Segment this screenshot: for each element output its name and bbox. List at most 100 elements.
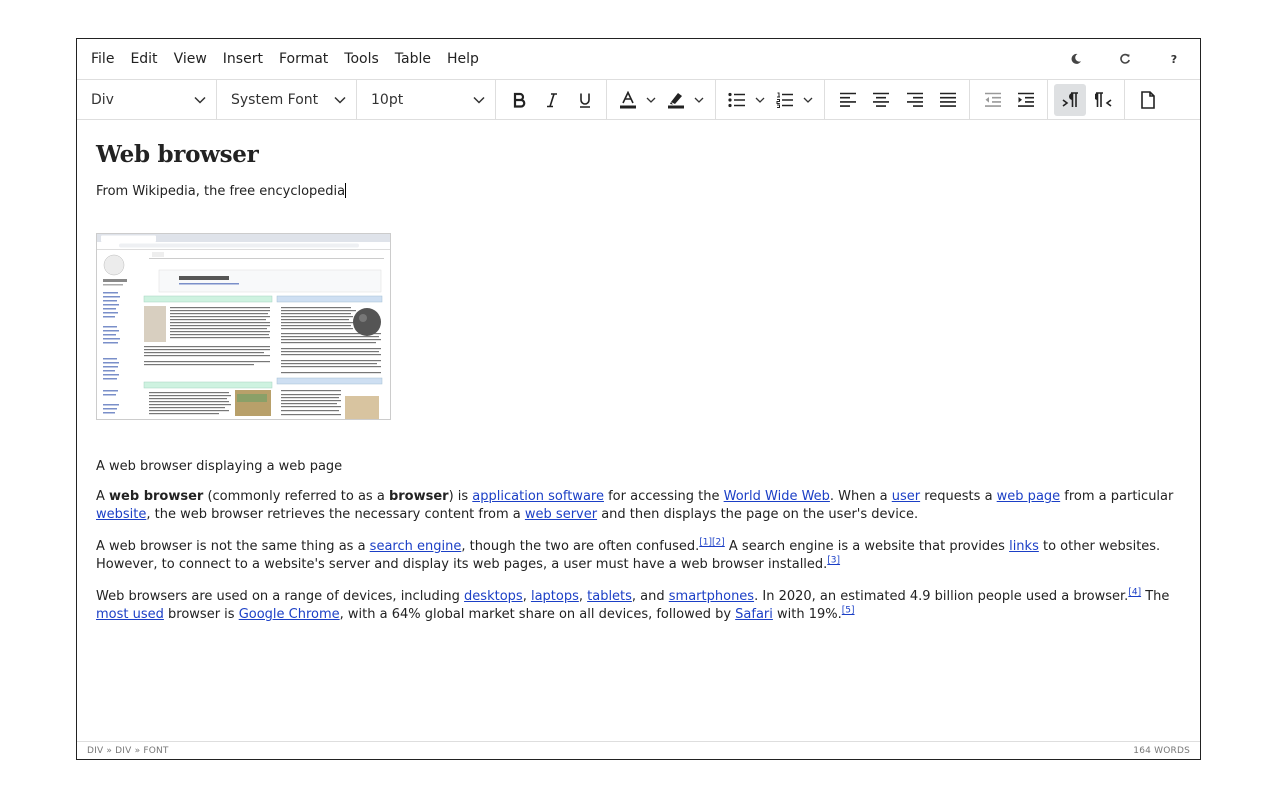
link-safari[interactable]: Safari xyxy=(735,607,773,622)
text-run: A search engine is a website that provid… xyxy=(724,539,1010,554)
highlight-color-split-button[interactable] xyxy=(659,84,707,116)
underline-button[interactable] xyxy=(571,84,600,116)
menu-view[interactable]: View xyxy=(166,39,215,79)
link-most-used[interactable]: most used xyxy=(96,607,164,622)
paragraph-2: A web browser is not the same thing as a… xyxy=(96,538,1182,574)
document-icon xyxy=(1141,90,1155,109)
help-icon[interactable]: ? xyxy=(1162,47,1186,71)
align-right-icon xyxy=(906,92,923,107)
page-group xyxy=(1125,80,1169,119)
text-cursor xyxy=(345,183,347,198)
chevron-down-icon[interactable] xyxy=(752,97,768,103)
link-world-wide-web[interactable]: World Wide Web xyxy=(724,489,830,504)
citation-link[interactable]: [1] xyxy=(699,538,712,548)
link-user[interactable]: user xyxy=(892,489,920,504)
citation-link[interactable]: [3] xyxy=(827,556,840,566)
link-laptops[interactable]: laptops xyxy=(531,589,579,604)
text-run: (commonly referred to as a xyxy=(203,489,389,504)
article-subtitle: From Wikipedia, the free encyclopedia xyxy=(96,183,1182,201)
align-left-icon xyxy=(839,92,856,107)
highlight-button[interactable] xyxy=(661,84,691,116)
rtl-button[interactable] xyxy=(1090,84,1118,116)
menu-file[interactable]: File xyxy=(83,39,122,79)
link-links[interactable]: links xyxy=(1009,539,1039,554)
align-right-button[interactable] xyxy=(900,84,930,116)
ltr-button[interactable] xyxy=(1054,83,1086,116)
text-run: requests a xyxy=(920,489,997,504)
bullet-list-button[interactable] xyxy=(722,84,752,116)
font-size-select[interactable]: 10pt xyxy=(357,80,496,119)
text-run: with 19%. xyxy=(772,607,842,622)
link-tablets[interactable]: tablets xyxy=(587,589,632,604)
bold-button[interactable] xyxy=(504,84,533,116)
indent-group xyxy=(970,80,1048,119)
font-family-select[interactable]: System Font xyxy=(217,80,357,119)
menu-table[interactable]: Table xyxy=(387,39,439,79)
bold-text: browser xyxy=(388,489,449,504)
numbered-list-icon xyxy=(776,92,793,108)
chevron-down-icon[interactable] xyxy=(643,97,659,103)
chevron-down-icon[interactable] xyxy=(800,97,816,103)
chevron-down-icon xyxy=(473,96,485,104)
menu-format[interactable]: Format xyxy=(271,39,336,79)
menu-edit[interactable]: Edit xyxy=(122,39,165,79)
text-run: , with a 64% global market share on all … xyxy=(339,607,736,622)
text-run: The xyxy=(1141,589,1170,604)
block-format-select[interactable]: Div xyxy=(77,80,217,119)
align-center-button[interactable] xyxy=(867,84,897,116)
browser-screenshot-image[interactable] xyxy=(96,233,391,420)
font-size-value: 10pt xyxy=(371,91,404,108)
italic-icon xyxy=(546,92,557,107)
menu-help[interactable]: Help xyxy=(439,39,487,79)
word-count[interactable]: 164 WORDS xyxy=(1133,746,1190,756)
rich-text-editor: File Edit View Insert Format Tools Table… xyxy=(76,38,1201,760)
citation-link[interactable]: [5] xyxy=(842,606,855,616)
element-path[interactable]: DIV » DIV » FONT xyxy=(87,746,169,756)
bullet-list-split-button[interactable] xyxy=(720,84,768,116)
outdent-icon xyxy=(984,92,1001,107)
text-run: , xyxy=(578,589,588,604)
citation-link[interactable]: [2] xyxy=(712,538,725,548)
list-group xyxy=(716,80,825,119)
italic-button[interactable] xyxy=(537,84,566,116)
direction-group xyxy=(1048,80,1125,119)
new-document-button[interactable] xyxy=(1133,84,1163,116)
subtitle-text: From Wikipedia, the free encyclopedia xyxy=(96,184,346,199)
highlighter-icon xyxy=(668,92,684,108)
indent-button[interactable] xyxy=(1012,84,1042,116)
text-color-icon xyxy=(620,90,636,108)
link-web-server[interactable]: web server xyxy=(525,507,597,522)
numbered-list-button[interactable] xyxy=(770,84,800,116)
link-web-page[interactable]: web page xyxy=(997,489,1060,504)
align-left-button[interactable] xyxy=(833,84,863,116)
link-smartphones[interactable]: smartphones xyxy=(669,589,754,604)
link-application-software[interactable]: application software xyxy=(472,489,604,504)
moon-icon[interactable] xyxy=(1064,47,1088,71)
numbered-list-split-button[interactable] xyxy=(768,84,816,116)
text-run: for accessing the xyxy=(603,489,724,504)
link-desktops[interactable]: desktops xyxy=(464,589,523,604)
bold-icon xyxy=(513,92,525,108)
text-color-split-button[interactable] xyxy=(611,84,659,116)
link-google-chrome[interactable]: Google Chrome xyxy=(239,607,340,622)
align-justify-button[interactable] xyxy=(934,84,964,116)
text-run: browser is xyxy=(163,607,239,622)
font-family-value: System Font xyxy=(231,91,319,108)
outdent-button[interactable] xyxy=(978,84,1008,116)
menu-tools[interactable]: Tools xyxy=(336,39,387,79)
chevron-down-icon xyxy=(194,96,206,104)
menu-insert[interactable]: Insert xyxy=(215,39,271,79)
link-search-engine[interactable]: search engine xyxy=(370,539,462,554)
statusbar: DIV » DIV » FONT 164 WORDS xyxy=(77,741,1200,759)
link-website[interactable]: website xyxy=(96,507,146,522)
refresh-icon[interactable] xyxy=(1113,47,1137,71)
bullet-list-icon xyxy=(728,92,745,107)
editor-content[interactable]: Web browser From Wikipedia, the free enc… xyxy=(77,119,1200,741)
text-color-button[interactable] xyxy=(613,84,643,116)
text-run: A web browser is not the same thing as a xyxy=(96,539,370,554)
citation-link[interactable]: [4] xyxy=(1128,588,1141,598)
chevron-down-icon[interactable] xyxy=(691,97,707,103)
alignment-group xyxy=(825,80,970,119)
text-run: from a particular xyxy=(1060,489,1174,504)
menubar-icons: ? xyxy=(1039,39,1186,79)
